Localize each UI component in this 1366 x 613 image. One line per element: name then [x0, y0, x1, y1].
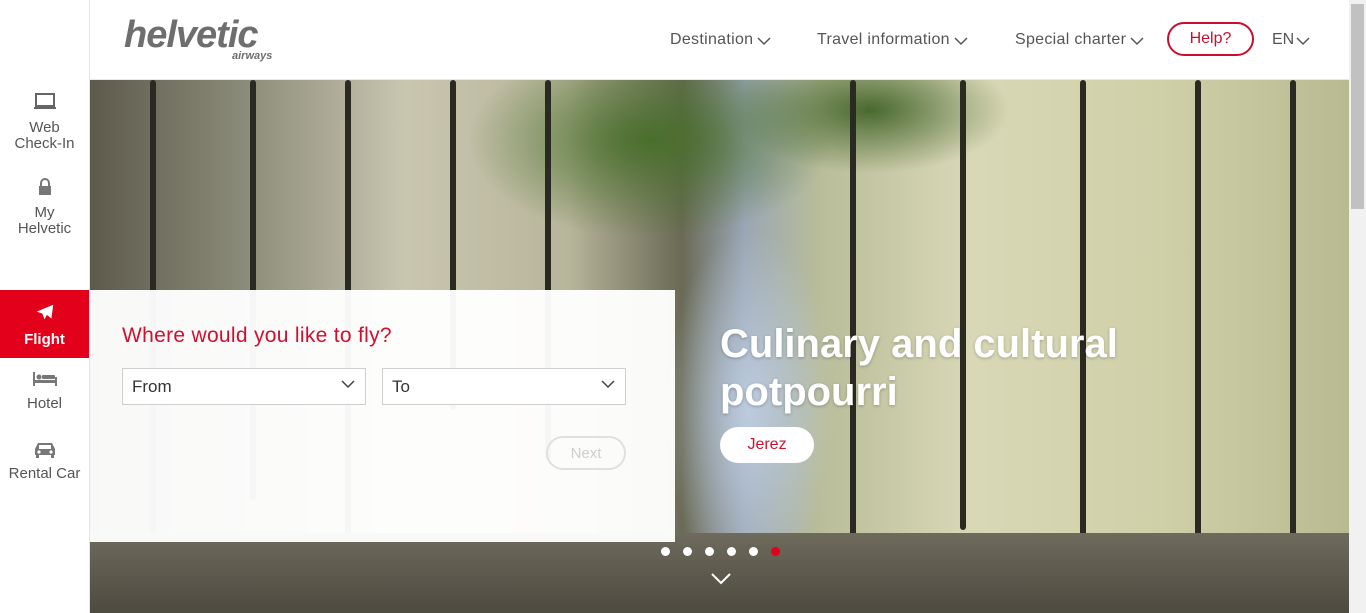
header: helvetic airways Destination Travel info… [90, 0, 1349, 80]
sidebar: Web Check-In My Helvetic Flight Hotel Re… [0, 0, 90, 613]
carousel-dot[interactable] [705, 547, 714, 556]
next-button[interactable]: Next [546, 436, 626, 470]
carousel-dot[interactable] [683, 547, 692, 556]
search-title: Where would you like to fly? [122, 324, 392, 347]
chevron-down-icon [341, 380, 355, 389]
plane-icon [36, 304, 53, 320]
language-selector[interactable]: EN [1272, 0, 1310, 80]
to-value: To [392, 376, 410, 396]
sidebar-item-label: Flight [24, 331, 65, 348]
helvetic-logo[interactable]: helvetic airways [124, 14, 294, 64]
carousel-dot[interactable] [727, 547, 736, 556]
chevron-down-icon [1296, 36, 1310, 45]
chevron-down-icon [1130, 36, 1144, 45]
from-select[interactable]: From [122, 368, 366, 405]
sidebar-item-label: Rental Car [8, 465, 81, 482]
car-icon [34, 443, 55, 458]
sidebar-item-label: Helvetic [17, 220, 72, 237]
chevron-down-icon [601, 380, 615, 389]
help-button[interactable]: Help? [1167, 22, 1254, 56]
flight-search-card: Where would you like to fly? From To Nex… [90, 290, 675, 542]
hero-decoration [960, 80, 966, 530]
carousel-dot-active[interactable] [771, 547, 780, 556]
sidebar-item-hotel[interactable]: Hotel [0, 370, 89, 422]
logo-subtitle: airways [232, 50, 273, 62]
nav-travel-information[interactable]: Travel information [817, 0, 968, 80]
carousel-dots [661, 547, 780, 556]
to-select[interactable]: To [382, 368, 626, 405]
destination-tag-button[interactable]: Jerez [720, 427, 814, 463]
language-label: EN [1272, 31, 1295, 48]
from-value: From [132, 376, 172, 396]
page-scrollbar[interactable] [1349, 0, 1366, 613]
scroll-down-chevron-icon[interactable] [711, 573, 731, 585]
sidebar-item-label: Hotel [26, 395, 63, 412]
scrollbar-thumb[interactable] [1351, 4, 1364, 209]
sidebar-item-label: Web [29, 119, 60, 136]
chevron-down-icon [954, 36, 968, 45]
sidebar-item-rental-car[interactable]: Rental Car [0, 440, 89, 492]
sidebar-item-web-check-in[interactable]: Web Check-In [0, 92, 89, 162]
laptop-icon [33, 93, 56, 109]
bed-icon [32, 372, 57, 386]
hero-headline: Culinary and cultural potpourri [720, 322, 1118, 414]
nav-label: Destination [670, 31, 754, 48]
chevron-down-icon [757, 36, 771, 45]
sidebar-item-flight[interactable]: Flight [0, 290, 89, 358]
carousel-dot[interactable] [749, 547, 758, 556]
sidebar-item-label: Check-In [14, 135, 75, 152]
nav-destination[interactable]: Destination [670, 0, 771, 80]
carousel-dot[interactable] [661, 547, 670, 556]
nav-special-charter[interactable]: Special charter [1015, 0, 1144, 80]
sidebar-item-label: My [34, 204, 55, 221]
sidebar-item-my-helvetic[interactable]: My Helvetic [0, 177, 89, 247]
lock-icon [38, 178, 51, 195]
nav-label: Special charter [1015, 31, 1127, 48]
nav-label: Travel information [817, 31, 950, 48]
